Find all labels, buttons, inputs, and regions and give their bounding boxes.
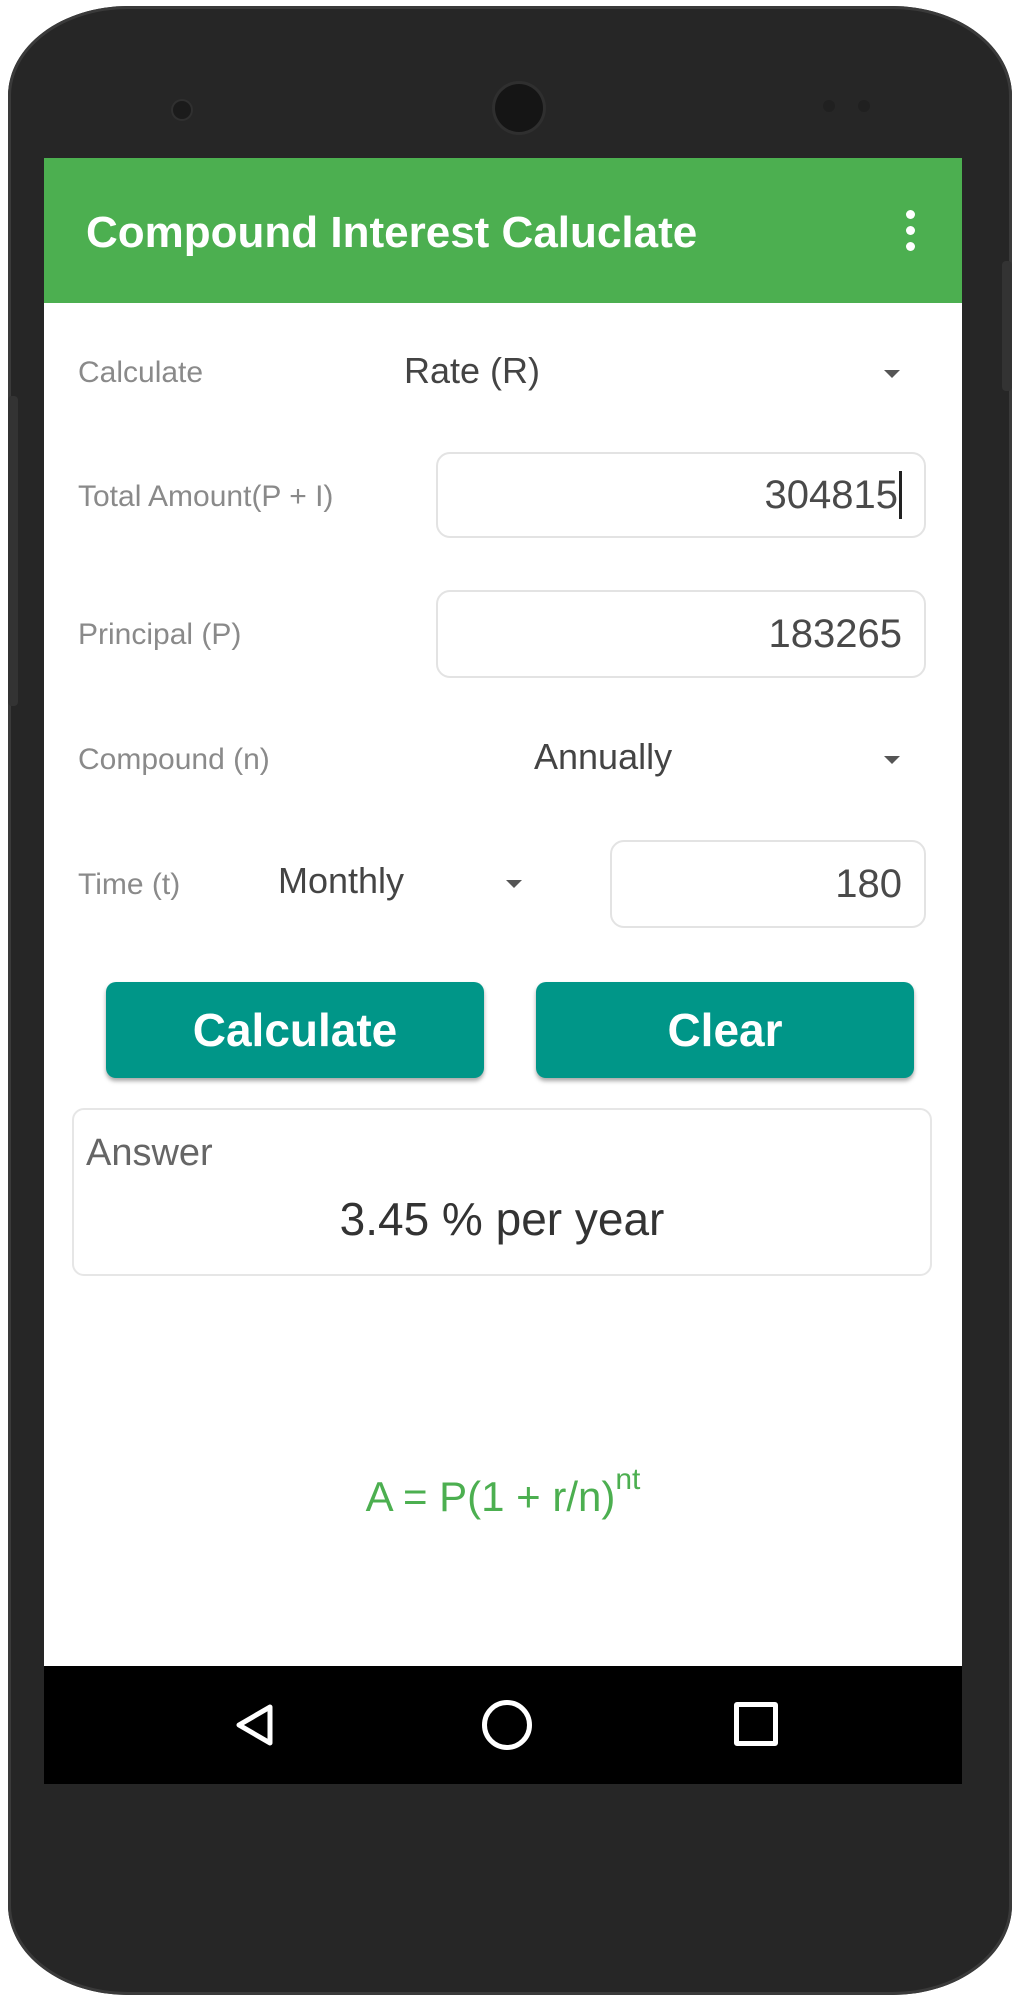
principal-value: 183265	[768, 611, 902, 656]
back-icon[interactable]	[232, 1702, 278, 1748]
proximity-sensor	[823, 100, 835, 112]
chevron-down-icon	[506, 880, 522, 888]
total-amount-input[interactable]: 304815	[436, 452, 926, 538]
calculate-button[interactable]: Calculate	[106, 982, 484, 1078]
calculate-spinner-value: Rate (R)	[404, 350, 541, 391]
formula-exponent: nt	[615, 1463, 641, 1496]
calculate-spinner[interactable]: Rate (R)	[394, 338, 934, 408]
time-unit-spinner[interactable]: Monthly	[278, 848, 528, 918]
answer-value: 3.45 % per year	[339, 1193, 665, 1245]
time-input[interactable]: 180	[610, 840, 926, 928]
app-title: Compound Interest Caluclate	[86, 208, 698, 257]
total-amount-value: 304815	[764, 472, 898, 517]
calculate-label: Calculate	[78, 356, 204, 389]
front-camera	[495, 84, 543, 132]
text-cursor	[899, 471, 902, 519]
overflow-menu-icon[interactable]	[904, 210, 916, 254]
front-sensor	[173, 101, 191, 119]
answer-card: Answer 3.45 % per year	[72, 1108, 932, 1276]
home-icon[interactable]	[482, 1700, 532, 1750]
chevron-down-icon	[884, 370, 900, 378]
light-sensor	[858, 100, 870, 112]
time-value: 180	[835, 861, 902, 906]
compound-spinner-value: Annually	[534, 736, 673, 777]
app-bar: Compound Interest Caluclate	[44, 158, 962, 303]
navigation-bar	[44, 1666, 962, 1784]
formula-base: A = P(1 + r/n)	[365, 1473, 616, 1520]
compound-spinner[interactable]: Annually	[524, 724, 934, 794]
recent-apps-icon[interactable]	[734, 1702, 778, 1746]
principal-input[interactable]: 183265	[436, 590, 926, 678]
time-label: Time (t)	[78, 868, 181, 901]
clear-button[interactable]: Clear	[536, 982, 914, 1078]
app-screen: Compound Interest Caluclate Calculate Ra…	[44, 158, 962, 1666]
time-unit-value: Monthly	[278, 860, 405, 901]
volume-button	[8, 396, 18, 706]
formula: A = P(1 + r/n)nt	[44, 1463, 962, 1521]
principal-label: Principal (P)	[78, 618, 242, 651]
answer-label: Answer	[86, 1132, 213, 1174]
compound-label: Compound (n)	[78, 743, 270, 776]
total-amount-label: Total Amount(P + I)	[78, 480, 334, 513]
chevron-down-icon	[884, 756, 900, 764]
power-button	[1002, 261, 1012, 391]
